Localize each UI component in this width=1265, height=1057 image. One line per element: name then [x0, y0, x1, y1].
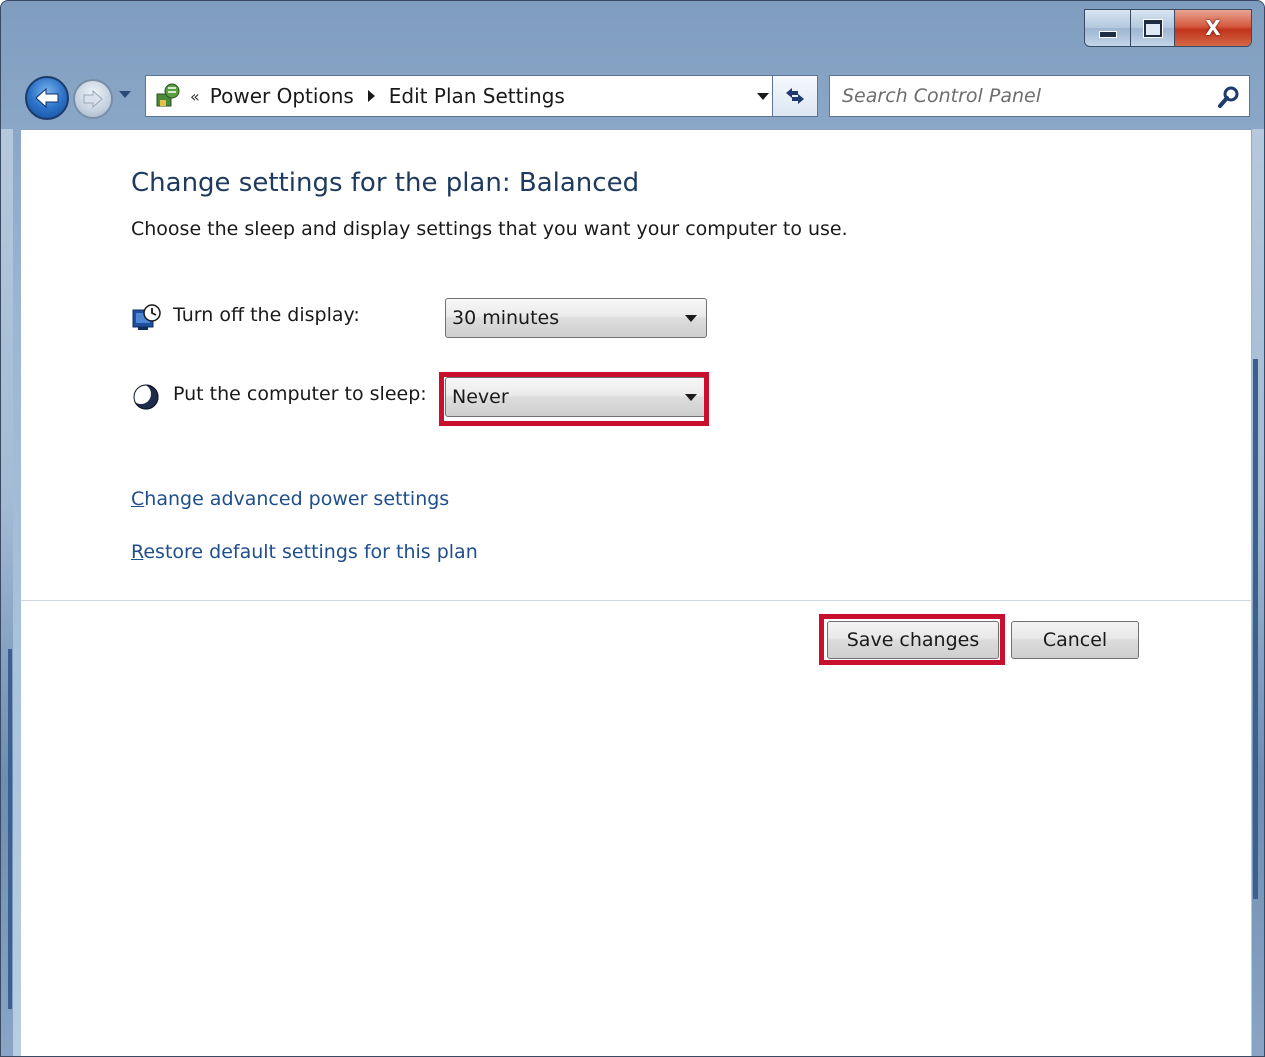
- maximize-button[interactable]: [1131, 10, 1175, 46]
- sleep-timeout-select[interactable]: Never: [445, 377, 707, 417]
- breadcrumb-separator-arrow[interactable]: [367, 90, 375, 102]
- restore-default-settings-link[interactable]: Restore default settings for this plan: [131, 541, 478, 563]
- breadcrumb-edit-plan-settings[interactable]: Edit Plan Settings: [389, 84, 565, 108]
- setting-row-sleep: Put the computer to sleep: Never: [131, 377, 831, 417]
- link-accesskey: C: [131, 488, 145, 510]
- content-pane: Change settings for the plan: Balanced C…: [21, 129, 1251, 1056]
- forward-arrow-icon: [83, 90, 103, 108]
- display-setting-label: Turn off the display:: [173, 304, 360, 326]
- display-clock-icon: [132, 304, 161, 330]
- cancel-button[interactable]: Cancel: [1011, 621, 1139, 659]
- sleep-setting-label: Put the computer to sleep:: [173, 383, 427, 405]
- address-dropdown-arrow[interactable]: [757, 93, 769, 100]
- page-title: Change settings for the plan: Balanced: [131, 168, 640, 198]
- refresh-icon: [786, 88, 804, 104]
- refresh-button[interactable]: [772, 76, 817, 116]
- search-box[interactable]: [829, 75, 1250, 117]
- change-advanced-power-settings-link[interactable]: Change advanced power settings: [131, 488, 449, 510]
- link-text: estore default settings for this plan: [143, 541, 478, 563]
- recent-pages-dropdown[interactable]: [119, 91, 131, 98]
- close-icon: X: [1205, 16, 1221, 40]
- window: X « Power Options Edit Plan Settings Sea…: [0, 0, 1265, 1057]
- display-timeout-select[interactable]: 30 minutes: [445, 298, 707, 338]
- search-icon[interactable]: [1217, 85, 1241, 109]
- control-panel-icon: [152, 80, 184, 112]
- moon-icon: [131, 384, 159, 410]
- maximize-icon: [1143, 19, 1162, 37]
- save-changes-button[interactable]: Save changes: [827, 621, 999, 659]
- window-frame-right: [1252, 129, 1264, 1056]
- chevron-down-icon: [685, 315, 697, 322]
- setting-row-display: Turn off the display: 30 minutes: [131, 298, 831, 338]
- back-button[interactable]: [25, 76, 69, 120]
- back-arrow-icon: [35, 87, 59, 109]
- minimize-icon: [1098, 30, 1117, 38]
- page-subtitle: Choose the sleep and display settings th…: [131, 218, 848, 240]
- divider: [21, 600, 1251, 601]
- close-button[interactable]: X: [1175, 10, 1251, 46]
- forward-button[interactable]: [73, 79, 113, 119]
- sleep-timeout-value: Never: [452, 386, 509, 408]
- window-frame-left: [1, 129, 13, 1056]
- link-accesskey: R: [131, 541, 144, 563]
- search-input[interactable]: [830, 76, 1200, 116]
- breadcrumb-overflow-chevron[interactable]: «: [190, 87, 200, 106]
- breadcrumb-power-options[interactable]: Power Options: [210, 84, 354, 108]
- minimize-button[interactable]: [1085, 10, 1131, 46]
- chevron-down-icon: [685, 394, 697, 401]
- caption-buttons: X: [1084, 9, 1252, 47]
- link-text: hange advanced power settings: [144, 488, 450, 510]
- display-timeout-value: 30 minutes: [452, 307, 560, 329]
- address-bar[interactable]: « Power Options Edit Plan Settings: [145, 75, 818, 117]
- navigation-bar: « Power Options Edit Plan Settings: [23, 71, 1253, 121]
